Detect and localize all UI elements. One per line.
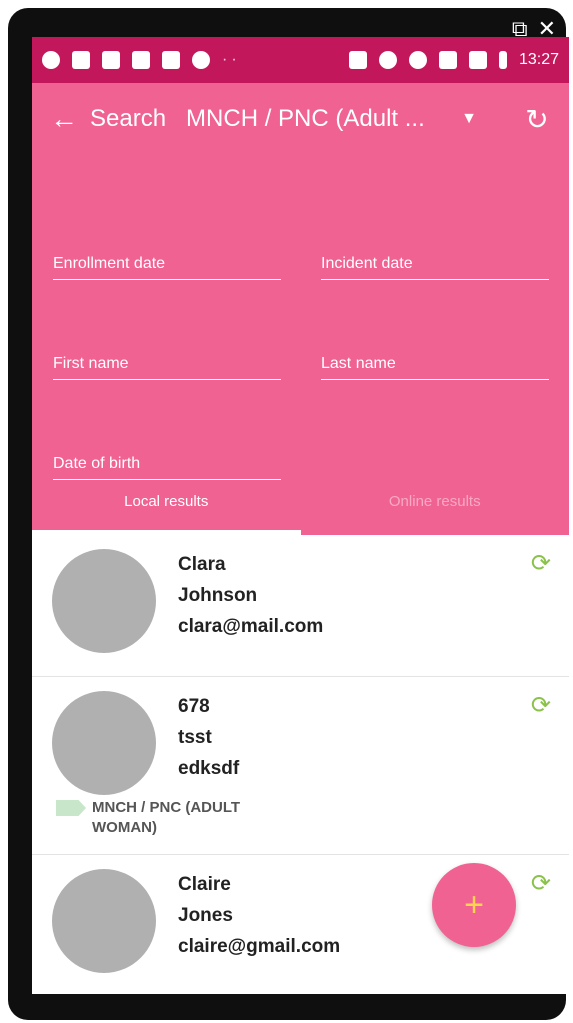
- sync-icon[interactable]: ⟳: [531, 549, 551, 578]
- last-name-label: Last name: [321, 355, 396, 372]
- avatar: [52, 549, 156, 653]
- image-icon: [132, 51, 150, 69]
- first-name-label: First name: [53, 355, 129, 372]
- result-line-3: claire@gmail.com: [178, 936, 341, 957]
- battery-icon: [498, 51, 507, 69]
- app-screen: ·· 13:27 ← Search MNCH / PNC (Adult ... …: [32, 37, 569, 994]
- enrollment-date-label: Enrollment date: [53, 255, 166, 272]
- calendar-icon: [72, 51, 90, 69]
- tab-local-results[interactable]: Local results: [32, 465, 301, 535]
- search-header: ← Search MNCH / PNC (Adult ... ▼ ↻ Enrol…: [32, 83, 569, 535]
- reset-icon[interactable]: ↻: [517, 103, 557, 136]
- dropdown-icon[interactable]: ▼: [461, 110, 477, 128]
- avatar: [52, 869, 156, 973]
- result-line-1: Clara: [178, 554, 226, 575]
- cast-icon: [348, 51, 367, 69]
- result-line-3: edksdf: [178, 758, 240, 779]
- sync-icon[interactable]: ⟳: [531, 691, 551, 720]
- result-line-2: Johnson: [178, 585, 258, 606]
- more-notifications: ··: [222, 51, 241, 68]
- tools-icon: [102, 51, 120, 69]
- tab-online-results[interactable]: Online results: [301, 465, 570, 535]
- whatsapp-icon: [42, 51, 60, 69]
- app-bar: ← Search MNCH / PNC (Adult ... ▼ ↻: [32, 83, 569, 155]
- wifi-icon: [408, 51, 427, 69]
- search-form: Enrollment date Incident date First name…: [32, 155, 569, 480]
- enrollment-date-field[interactable]: Enrollment date: [53, 255, 281, 280]
- screencast-icon: [162, 51, 180, 69]
- status-bar: ·· 13:27: [32, 37, 569, 83]
- program-tag-label: MNCH / PNC (ADULT WOMAN): [92, 799, 241, 836]
- program-tag: MNCH / PNC (ADULT WOMAN): [56, 798, 569, 838]
- status-time: 13:27: [518, 51, 559, 68]
- last-name-field[interactable]: Last name: [321, 355, 549, 380]
- back-icon[interactable]: ←: [50, 103, 90, 135]
- incident-date-field[interactable]: Incident date: [321, 255, 549, 280]
- avatar: [52, 691, 156, 795]
- signal-icon: [438, 51, 457, 69]
- result-info: 678 tsst edksdf: [178, 689, 569, 784]
- page-title: Search: [90, 105, 167, 132]
- results-tabs: Local results Online results: [32, 465, 569, 535]
- result-card[interactable]: Clara Johnson clara@mail.com ⟳: [32, 535, 569, 677]
- tag-icon: [56, 800, 86, 816]
- add-fab-button[interactable]: +: [432, 863, 516, 947]
- incident-date-label: Incident date: [321, 255, 413, 272]
- result-card[interactable]: 678 tsst edksdf ⟳ MNCH / PNC (ADULT WOMA…: [32, 677, 569, 855]
- first-name-field[interactable]: First name: [53, 355, 281, 380]
- program-selector[interactable]: MNCH / PNC (Adult ...: [186, 105, 461, 133]
- result-line-2: tsst: [178, 727, 212, 748]
- eye-icon: [192, 51, 210, 69]
- result-info: Clara Johnson clara@mail.com: [178, 547, 569, 642]
- result-line-1: 678: [178, 696, 210, 717]
- roaming-signal-icon: [468, 51, 487, 69]
- result-line-3: clara@mail.com: [178, 616, 324, 637]
- sync-icon[interactable]: ⟳: [531, 869, 551, 898]
- dnd-icon: [378, 51, 397, 69]
